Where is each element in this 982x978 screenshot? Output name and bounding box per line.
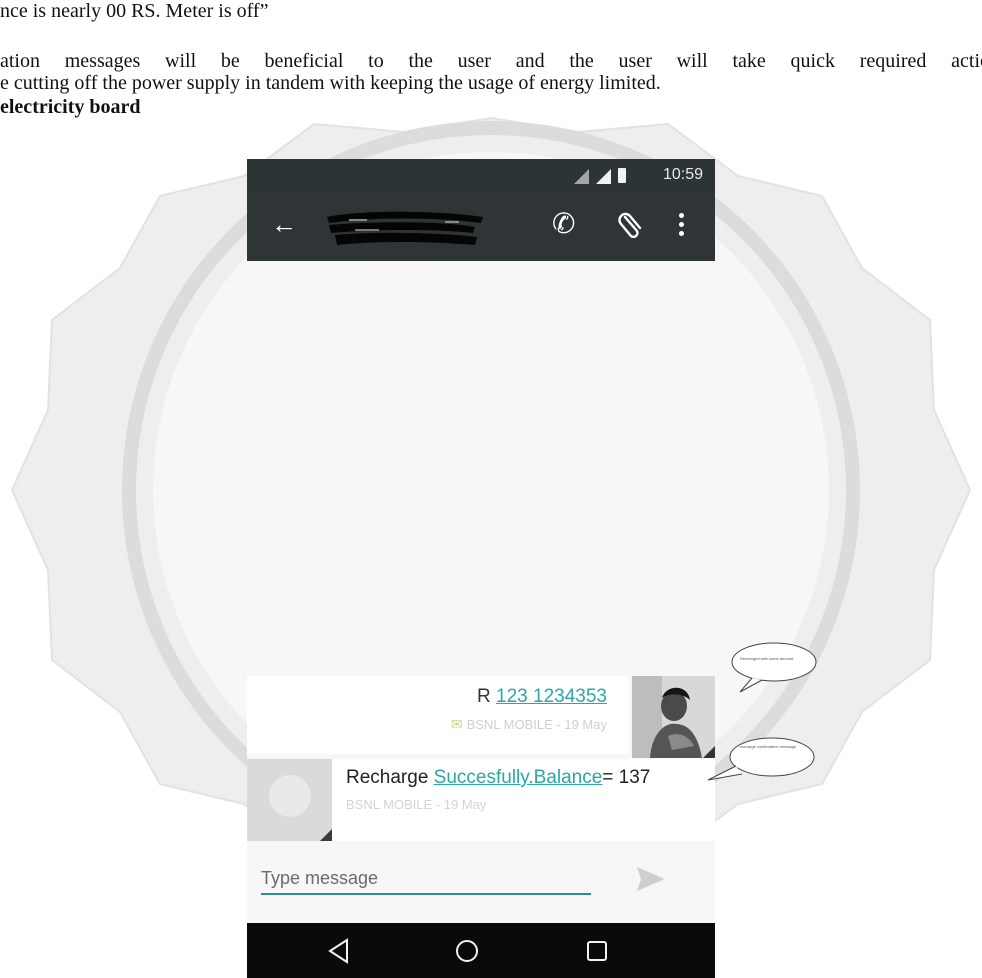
attachment-icon[interactable] xyxy=(617,211,645,239)
received-message-bubble[interactable]: Recharge Succesfully.Balance= 137 BSNL M… xyxy=(332,759,715,841)
back-arrow-icon[interactable]: ← xyxy=(271,211,297,237)
doc-text-line-2: ation messages will be beneficial to the… xyxy=(0,50,982,72)
more-vert-icon[interactable] xyxy=(679,213,685,237)
doc-text-line-1: nce is nearly 00 RS. Meter is off” xyxy=(0,0,269,22)
sender-default-avatar xyxy=(247,759,332,841)
received-message-link[interactable]: Succesfully.Balance xyxy=(434,767,603,788)
doc-text-line-3: e cutting off the power supply in tandem… xyxy=(0,72,661,94)
back-triangle-icon[interactable] xyxy=(325,936,355,966)
callout-bubble-1 xyxy=(731,642,817,693)
battery-icon xyxy=(618,168,626,183)
app-bar: ← ✆ xyxy=(247,191,715,261)
home-circle-icon[interactable] xyxy=(452,936,482,966)
sent-message-meta: ✉ BSNL MOBILE - 19 May xyxy=(451,716,607,733)
message-composer xyxy=(247,843,715,923)
send-icon[interactable] xyxy=(635,863,667,895)
redacted-contact-name xyxy=(327,211,483,245)
sim-icon: ✉ xyxy=(450,716,463,732)
phone-call-icon[interactable]: ✆ xyxy=(552,209,575,239)
received-message-text: Recharge Succesfully.Balance= 137 xyxy=(346,767,650,789)
signal-icon xyxy=(574,169,589,184)
doc-heading-electricity-board: electricity board xyxy=(0,96,141,118)
phone-number-link[interactable]: 123 1234353 xyxy=(496,686,607,707)
received-message-meta: BSNL MOBILE - 19 May xyxy=(346,797,487,812)
sent-message-text: R 123 1234353 xyxy=(477,686,607,708)
received-message-prefix: Recharge xyxy=(346,767,434,788)
sent-message-bubble[interactable]: R 123 1234353 ✉ BSNL MOBILE - 19 May xyxy=(247,676,629,754)
callout-bubble-2 xyxy=(707,737,815,781)
recents-square-icon[interactable] xyxy=(582,936,612,966)
status-bar: 10:59 xyxy=(247,159,715,191)
callout-1-text: Recharged with some amount xyxy=(740,656,794,661)
signal-icon xyxy=(596,169,611,184)
sent-message-sender-date: BSNL MOBILE - 19 May xyxy=(466,717,607,732)
callout-2-text: recharge confirmation message xyxy=(740,744,797,749)
sent-message-prefix: R xyxy=(477,686,497,707)
received-message-suffix: = 137 xyxy=(602,767,651,788)
android-nav-bar xyxy=(247,923,715,978)
status-time: 10:59 xyxy=(662,166,703,183)
avatar-placeholder-icon xyxy=(269,775,311,817)
phone-screenshot: 10:59 ← ✆ R 123 1234353 ✉ BSNL MOBILE - 1… xyxy=(247,159,715,978)
message-input[interactable] xyxy=(261,863,591,895)
